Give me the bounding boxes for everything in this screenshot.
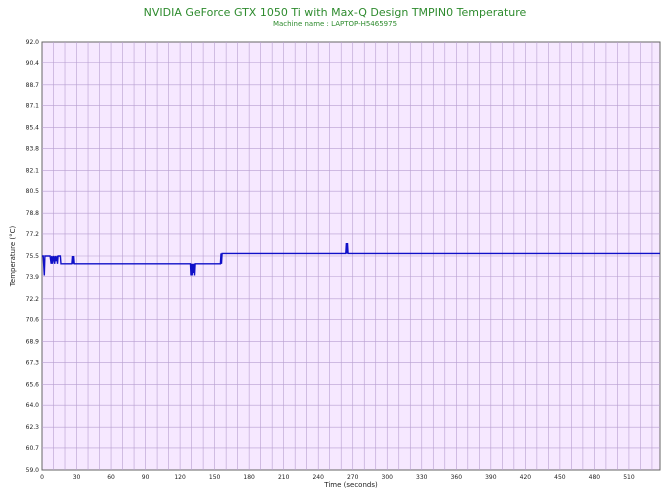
x-tick-label: 210 xyxy=(278,474,290,481)
x-tick-label: 510 xyxy=(623,474,635,481)
x-tick-label: 180 xyxy=(243,474,255,481)
y-tick-label: 60.7 xyxy=(26,445,40,452)
x-tick-label: 450 xyxy=(554,474,566,481)
y-tick-label: 87.1 xyxy=(26,103,40,110)
x-axis-label: Time (seconds) xyxy=(323,481,378,489)
x-tick-label: 30 xyxy=(73,474,81,481)
y-tick-label: 82.1 xyxy=(26,167,40,174)
x-tick-label: 390 xyxy=(485,474,497,481)
y-tick-label: 70.6 xyxy=(26,317,40,324)
x-tick-label: 270 xyxy=(347,474,359,481)
y-tick-labels: 59.0 60.7 62.3 64.0 65.6 67.3 68.9 70.6 72.2 73.9… xyxy=(26,39,40,474)
y-tick-label: 78.8 xyxy=(26,210,40,217)
y-tick-label: 75.5 xyxy=(26,253,40,260)
x-tick-label: 420 xyxy=(520,474,532,481)
x-tick-label: 150 xyxy=(209,474,221,481)
y-tick-label: 88.7 xyxy=(26,82,40,89)
x-tick-label: 60 xyxy=(107,474,115,481)
x-tick-label: 0 xyxy=(40,474,44,481)
x-tick-label: 90 xyxy=(142,474,150,481)
y-tick-label: 90.4 xyxy=(26,60,40,67)
y-tick-label: 67.3 xyxy=(26,359,40,366)
y-tick-label: 64.0 xyxy=(26,402,40,409)
y-tick-label: 85.4 xyxy=(26,125,40,132)
x-tick-label: 240 xyxy=(312,474,324,481)
y-tick-label: 68.9 xyxy=(26,339,40,346)
y-tick-label: 83.8 xyxy=(26,145,40,152)
x-tick-label: 360 xyxy=(451,474,463,481)
y-tick-label: 59.0 xyxy=(26,467,40,474)
x-tick-label: 300 xyxy=(382,474,394,481)
y-tick-label: 77.2 xyxy=(26,231,40,238)
y-tick-label: 65.6 xyxy=(26,381,40,388)
y-tick-label: 73.9 xyxy=(26,274,40,281)
x-tick-label: 480 xyxy=(589,474,601,481)
x-tick-labels: 0 30 60 90 120 150 180 210 240 270 300 330 360 390 420… xyxy=(40,474,635,481)
chart-svg: 0 30 60 90 120 150 180 210 240 270 300 330 360 390 420… xyxy=(9,39,661,489)
y-tick-label: 80.5 xyxy=(26,188,40,195)
y-axis-label: Temperature (°C) xyxy=(9,226,17,288)
y-tick-label: 72.2 xyxy=(26,296,40,303)
y-tick-label: 92.0 xyxy=(26,39,40,46)
x-tick-label: 330 xyxy=(416,474,428,481)
y-tick-label: 62.3 xyxy=(26,424,40,431)
x-tick-label: 120 xyxy=(174,474,186,481)
